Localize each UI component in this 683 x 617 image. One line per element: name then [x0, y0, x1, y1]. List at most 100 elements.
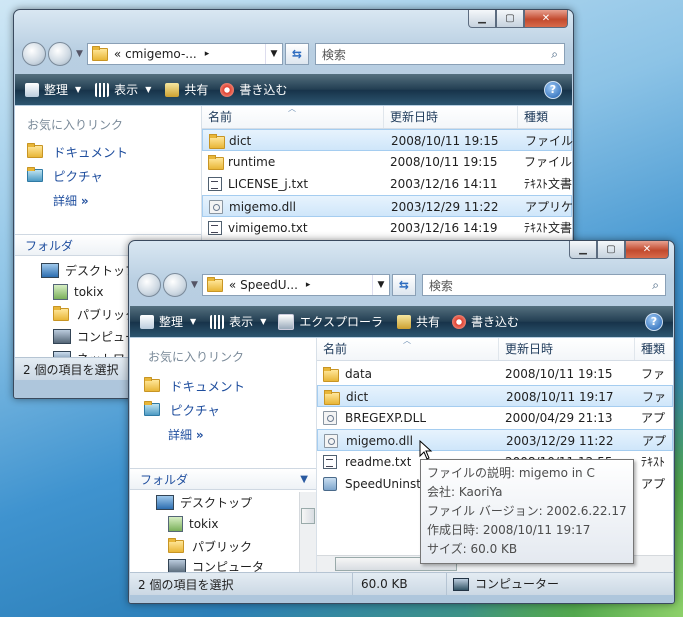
explorer-icon: [278, 313, 295, 330]
share-button[interactable]: 共有: [165, 81, 208, 98]
folders-bar[interactable]: フォルダ ▼: [130, 468, 316, 490]
burn-disc-icon: [220, 82, 235, 97]
address-dropdown[interactable]: ▼: [371, 275, 389, 295]
folder-icon: [324, 390, 340, 405]
mouse-cursor-icon: [419, 440, 433, 460]
minimize-button[interactable]: ▁: [569, 241, 597, 259]
command-bar: 整理 ▼ 表示 ▼ エクスプローラ 共有 書き込む ?: [130, 306, 673, 337]
file-row-license[interactable]: LICENSE_j.txt 2003/12/16 14:11 ﾃｷｽﾄ文書: [202, 173, 572, 195]
file-date: 2003/12/29 11:22: [391, 200, 499, 214]
search-input[interactable]: 検索 ⌕: [314, 43, 565, 65]
maximize-button[interactable]: ▢: [496, 10, 524, 28]
tree-item-tokix[interactable]: tokix: [53, 284, 103, 300]
share-button[interactable]: 共有: [397, 313, 440, 330]
organize-button[interactable]: 整理 ▼: [140, 313, 196, 330]
search-placeholder: 検索: [321, 47, 346, 62]
back-button[interactable]: [137, 273, 161, 297]
address-text: « cmigemo-...: [113, 47, 197, 61]
address-bar[interactable]: « SpeedU... ▸ ▼: [201, 274, 390, 296]
search-icon[interactable]: ⌕: [551, 47, 558, 62]
file-row-bregexp[interactable]: BREGEXP.DLL 2000/04/29 21:13 アプ: [317, 407, 673, 429]
help-icon[interactable]: ?: [544, 80, 562, 99]
tree-item-desktop[interactable]: デスクトップ: [156, 494, 252, 511]
documents-folder-icon: [144, 377, 160, 392]
search-icon[interactable]: ⌕: [652, 278, 659, 293]
file-type: ファイル: [524, 155, 573, 169]
recent-pages-dropdown[interactable]: ▼: [76, 49, 83, 59]
burn-button[interactable]: 書き込む: [220, 81, 287, 98]
column-type[interactable]: 種類: [635, 338, 674, 360]
favorite-pictures[interactable]: ピクチャ: [144, 400, 220, 419]
file-row-data[interactable]: data 2008/10/11 19:15 ファ: [317, 363, 673, 385]
close-button[interactable]: ✕: [625, 241, 669, 259]
file-row-migemo-dll[interactable]: migemo.dll 2003/12/29 11:22 アプ: [317, 429, 673, 451]
search-input[interactable]: 検索 ⌕: [421, 274, 666, 296]
close-button[interactable]: ✕: [524, 10, 568, 28]
scrollbar-thumb[interactable]: [301, 508, 315, 524]
favorite-links-title: お気に入りリンク: [148, 350, 245, 364]
folders-scrollbar[interactable]: [299, 492, 316, 572]
folder-icon: [208, 155, 224, 170]
file-row-dict[interactable]: dict 2008/10/11 19:17 ファ: [317, 385, 673, 407]
tree-item-desktop[interactable]: デスクトップ: [41, 262, 137, 279]
file-type: アプ: [641, 411, 666, 425]
burn-button[interactable]: 書き込む: [452, 313, 519, 330]
chevron-down-icon: ▼: [300, 473, 308, 485]
dll-file-icon: [209, 200, 223, 214]
maximize-button[interactable]: ▢: [597, 241, 625, 259]
file-name: dict: [346, 390, 369, 404]
sort-ascending-icon: ︿: [288, 104, 296, 113]
details-link[interactable]: 詳細 »: [168, 426, 204, 443]
file-name: runtime: [228, 155, 276, 169]
column-date[interactable]: 更新日時: [499, 338, 635, 360]
forward-button[interactable]: [163, 273, 187, 297]
explorer-button[interactable]: エクスプローラ: [278, 313, 383, 330]
tree-item-tokix[interactable]: tokix: [168, 516, 218, 532]
file-row-vimigemo[interactable]: vimigemo.txt 2003/12/16 14:19 ﾃｷｽﾄ文書: [202, 217, 572, 239]
refresh-button[interactable]: ⇆: [284, 43, 309, 65]
recent-pages-dropdown[interactable]: ▼: [191, 280, 198, 290]
tree-item-public[interactable]: パブリック: [53, 306, 137, 323]
file-type: ファイル: [525, 134, 574, 148]
sort-ascending-icon: ︿: [403, 336, 411, 345]
chevron-down-icon: ▼: [145, 85, 152, 94]
favorite-pictures[interactable]: ピクチャ: [27, 166, 103, 185]
organize-button[interactable]: 整理 ▼: [25, 81, 81, 98]
column-date[interactable]: 更新日時: [384, 106, 518, 128]
status-location: コンピューター: [446, 573, 559, 595]
breadcrumb-arrow-icon[interactable]: ▸: [306, 280, 311, 290]
file-name: data: [345, 367, 373, 381]
desktop-icon: [41, 263, 59, 278]
file-row-migemo-dll[interactable]: migemo.dll 2003/12/29 11:22 アプリケ: [202, 195, 573, 217]
help-icon[interactable]: ?: [645, 312, 663, 331]
status-bar: 2 個の項目を選択 60.0 KB コンピューター: [130, 572, 673, 595]
favorite-links-title: お気に入りリンク: [27, 118, 124, 132]
back-button[interactable]: [22, 42, 46, 66]
address-bar[interactable]: « cmigemo-... ▸ ▼: [86, 43, 283, 65]
forward-button[interactable]: [48, 42, 72, 66]
column-type[interactable]: 種類: [518, 106, 573, 128]
view-button[interactable]: 表示 ▼: [210, 313, 266, 330]
folder-icon: [323, 367, 339, 382]
file-row-runtime[interactable]: runtime 2008/10/11 19:15 ファイル: [202, 151, 572, 173]
favorite-documents-label: ドキュメント: [53, 145, 129, 160]
view-button[interactable]: 表示 ▼: [95, 81, 151, 98]
breadcrumb-arrow-icon[interactable]: ▸: [205, 49, 210, 59]
folder-icon: [91, 45, 108, 61]
tree-item-public[interactable]: パブリック: [168, 538, 252, 555]
file-name: dict: [229, 134, 252, 148]
file-type: ファ: [642, 390, 667, 404]
refresh-button[interactable]: ⇆: [391, 274, 416, 296]
view-icon: [210, 314, 225, 329]
address-dropdown[interactable]: ▼: [264, 44, 282, 64]
file-row-dict[interactable]: dict 2008/10/11 19:15 ファイル: [202, 129, 574, 151]
organize-icon: [25, 82, 39, 97]
minimize-button[interactable]: ▁: [468, 10, 496, 28]
favorite-documents[interactable]: ドキュメント: [144, 376, 245, 395]
details-link[interactable]: 詳細 »: [53, 192, 89, 209]
file-name: migemo.dll: [229, 200, 296, 214]
favorite-pictures-label: ピクチャ: [170, 403, 220, 418]
file-type: ファ: [641, 367, 666, 381]
text-file-icon: [208, 177, 222, 191]
favorite-documents[interactable]: ドキュメント: [27, 142, 128, 161]
